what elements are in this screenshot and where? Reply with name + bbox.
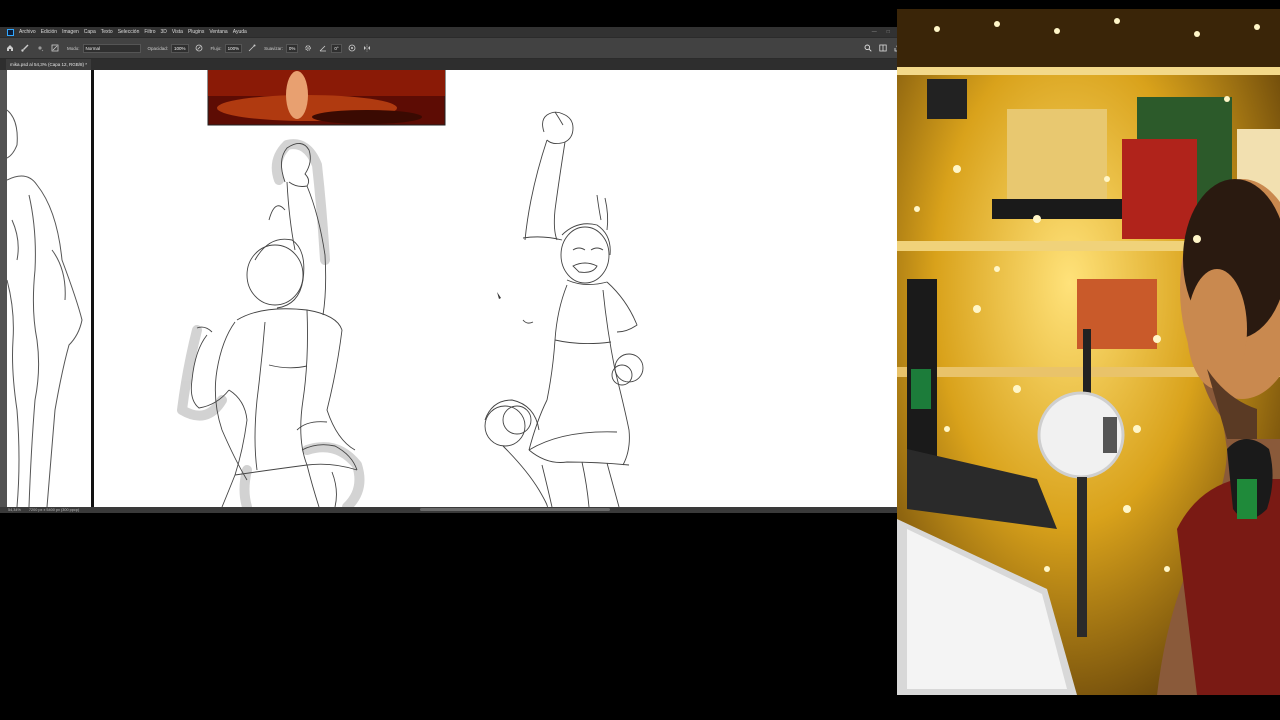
search-icon[interactable] xyxy=(864,39,872,57)
photoshop-window: Archivo Edición Imagen Capa Texto Selecc… xyxy=(0,27,910,513)
panel-divider-line xyxy=(91,70,94,507)
webcam-feed-image xyxy=(897,9,1280,695)
maximize-icon[interactable]: □ xyxy=(887,27,890,37)
flow-field[interactable]: 100% xyxy=(224,43,243,53)
drawing-canvas[interactable] xyxy=(7,70,904,507)
status-bar: 54,34% 7200 px x 5400 px (300 ppcp) xyxy=(0,507,910,513)
airbrush-icon[interactable] xyxy=(247,43,257,53)
mode-label: Modo: xyxy=(67,45,80,51)
workspace-icon[interactable] xyxy=(879,39,887,57)
smoothing-field[interactable]: 0% xyxy=(285,43,299,53)
angle-icon[interactable] xyxy=(318,43,328,53)
menu-archivo[interactable]: Archivo xyxy=(19,27,36,37)
pressure-size-icon[interactable] xyxy=(347,43,357,53)
zoom-level[interactable]: 54,34% xyxy=(8,508,21,512)
menu-vista[interactable]: Vista xyxy=(172,27,183,37)
menu-filtro[interactable]: Filtro xyxy=(144,27,155,37)
minimize-icon[interactable]: — xyxy=(872,27,877,37)
gear-icon[interactable] xyxy=(303,43,313,53)
document-tab[interactable]: mika.psd al 54,3% (Capa 12, RGB/8) * xyxy=(6,59,92,70)
right-sketch-figure xyxy=(484,111,644,507)
left-sketch-figure xyxy=(7,109,83,507)
options-bar: Modo: Normal Opacidad: 100% Flujo: 100% … xyxy=(0,37,910,59)
brush-settings-icon[interactable] xyxy=(50,43,60,53)
photoshop-logo-icon[interactable] xyxy=(7,28,14,36)
symmetry-icon[interactable] xyxy=(362,43,372,53)
middle-sketch-figure xyxy=(177,139,365,507)
menu-seleccion[interactable]: Selección xyxy=(118,27,140,37)
menu-3d[interactable]: 3D xyxy=(161,27,167,37)
reference-image xyxy=(207,70,446,126)
pressure-opacity-icon[interactable] xyxy=(194,43,204,53)
menu-plugins[interactable]: Plugins xyxy=(188,27,204,37)
sketch-artwork xyxy=(7,70,644,507)
horizontal-scrollbar[interactable] xyxy=(420,508,610,511)
flow-label: Flujo: xyxy=(210,45,222,51)
webcam-overlay xyxy=(897,9,1280,695)
angle-field[interactable]: 0° xyxy=(331,43,342,53)
menu-edicion[interactable]: Edición xyxy=(41,27,57,37)
mode-select[interactable]: Normal xyxy=(82,43,141,53)
menu-texto[interactable]: Texto xyxy=(101,27,113,37)
document-size: 7200 px x 5400 px (300 ppcp) xyxy=(28,508,80,512)
document-tab-title: mika.psd al 54,3% (Capa 12, RGB/8) * xyxy=(10,62,88,67)
brush-preset-icon[interactable] xyxy=(35,43,45,53)
home-icon[interactable] xyxy=(5,43,15,53)
cursor-icon xyxy=(497,292,501,299)
opacity-field[interactable]: 100% xyxy=(171,43,189,53)
smoothing-label: Suavizar: xyxy=(264,45,283,51)
menu-ayuda[interactable]: Ayuda xyxy=(233,27,247,37)
menu-capa[interactable]: Capa xyxy=(84,27,96,37)
document-tab-bar: mika.psd al 54,3% (Capa 12, RGB/8) * xyxy=(0,59,910,70)
menu-ventana[interactable]: Ventana xyxy=(209,27,227,37)
menu-imagen[interactable]: Imagen xyxy=(62,27,79,37)
brush-icon[interactable] xyxy=(20,43,30,53)
opacity-label: Opacidad: xyxy=(147,45,169,51)
menu-bar: Archivo Edición Imagen Capa Texto Selecc… xyxy=(0,27,910,37)
